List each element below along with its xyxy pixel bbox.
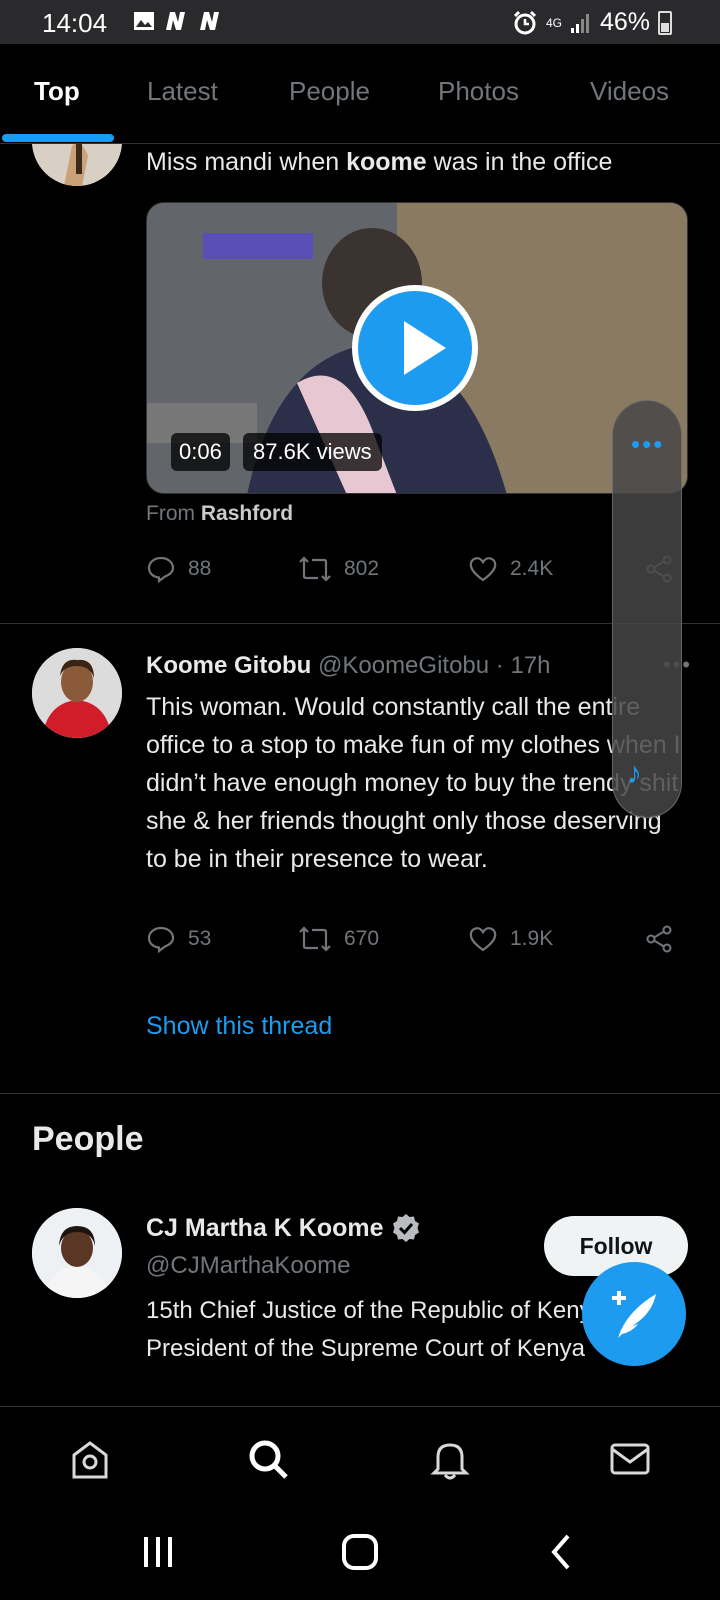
retweet-count: 670 (344, 927, 380, 950)
heart-icon (469, 927, 497, 952)
tweet-time: · 17h (495, 652, 551, 679)
edge-panel-more-icon[interactable]: ••• (631, 429, 664, 460)
notifications-bell-icon[interactable] (428, 1437, 472, 1481)
recent-apps-icon[interactable] (140, 1534, 176, 1570)
battery-percent: 46% (599, 8, 650, 36)
home-button-icon[interactable] (340, 1532, 380, 1572)
avatar[interactable] (32, 1208, 122, 1298)
tab-active-indicator (2, 134, 114, 142)
bottom-navigation (0, 1406, 720, 1506)
like-count: 1.9K (510, 927, 554, 950)
share-icon (646, 925, 672, 953)
from-user-link[interactable]: Rashford (201, 502, 293, 525)
search-icon[interactable] (246, 1437, 290, 1481)
status-time: 14:04 (42, 8, 108, 38)
battery-icon (658, 10, 672, 35)
reply-icon (147, 926, 175, 954)
compose-tweet-button[interactable] (582, 1262, 686, 1366)
tweet-text-part: Miss mandi when (146, 148, 347, 176)
tab-people[interactable]: People (289, 76, 370, 107)
alarm-icon (513, 10, 536, 34)
video-duration: 0:06 (171, 433, 230, 471)
tweet-text-highlight: koome (346, 148, 427, 176)
tab-top[interactable]: Top (34, 76, 80, 107)
video-views: 87.6K views (243, 433, 382, 471)
retweet-icon (299, 556, 331, 582)
tab-latest[interactable]: Latest (147, 76, 218, 107)
tweet-actions: 53 670 1.9K (146, 924, 688, 964)
verified-badge-icon (392, 1214, 419, 1242)
compose-feather-icon (612, 1291, 656, 1338)
search-tabs: Top Latest People Photos Videos (0, 44, 720, 144)
status-right: 4G 46% (512, 8, 672, 37)
author-name[interactable]: Koome Gitobu (146, 652, 311, 679)
music-note-icon: ♪ (627, 757, 642, 790)
back-icon[interactable] (546, 1532, 576, 1572)
status-bar: 14:04 4G 46% (0, 0, 720, 44)
video-player[interactable]: 0:06 87.6K views (146, 202, 688, 494)
home-icon[interactable] (68, 1437, 112, 1481)
n-app-icon (166, 12, 185, 30)
reply-icon (147, 556, 175, 584)
reply-count: 53 (188, 927, 212, 950)
avatar[interactable] (32, 648, 122, 738)
tweet-text: This woman. Would constantly call the en… (146, 693, 681, 873)
tab-photos[interactable]: Photos (438, 76, 519, 107)
messages-icon[interactable] (608, 1437, 652, 1481)
notification-icons (133, 10, 223, 32)
tweet-actions: 88 802 2.4K (146, 554, 688, 594)
person-name[interactable]: CJ Martha K Koome (146, 1212, 422, 1244)
heart-icon (469, 557, 497, 582)
retweet-count: 802 (344, 557, 380, 580)
show-thread-link[interactable]: Show this thread (146, 1012, 332, 1041)
tweet-text-part: was in the office (426, 148, 613, 176)
person-name-text: CJ Martha K Koome (146, 1213, 384, 1242)
retweet-icon (299, 926, 331, 952)
reply-button[interactable]: 53 (146, 924, 211, 954)
system-navigation-bar (0, 1506, 720, 1600)
reply-button[interactable]: 88 (146, 554, 211, 584)
from-label: From (146, 502, 195, 525)
author-handle[interactable]: @KoomeGitobu (318, 652, 489, 679)
like-button[interactable]: 1.9K (468, 924, 553, 954)
edge-panel-handle[interactable]: ••• ♪ (612, 400, 682, 818)
signal-icon (570, 13, 589, 33)
tab-videos[interactable]: Videos (590, 76, 669, 107)
video-source: From Rashford (146, 502, 293, 526)
share-button[interactable] (644, 924, 674, 954)
section-title: People (32, 1120, 144, 1158)
play-button[interactable] (352, 285, 478, 411)
like-count: 2.4K (510, 557, 554, 580)
gallery-icon (134, 12, 154, 30)
network-type: 4G (545, 15, 562, 30)
retweet-button[interactable]: 670 (298, 924, 379, 954)
tweet-header: Koome Gitobu @KoomeGitobu · 17h (146, 652, 551, 680)
like-button[interactable]: 2.4K (468, 554, 553, 584)
retweet-button[interactable]: 802 (298, 554, 379, 584)
tweet-text: Miss mandi when koome was in the office (146, 148, 612, 177)
person-handle[interactable]: @CJMarthaKoome (146, 1252, 350, 1280)
reply-count: 88 (188, 557, 212, 580)
n-app-icon-2 (200, 12, 219, 30)
